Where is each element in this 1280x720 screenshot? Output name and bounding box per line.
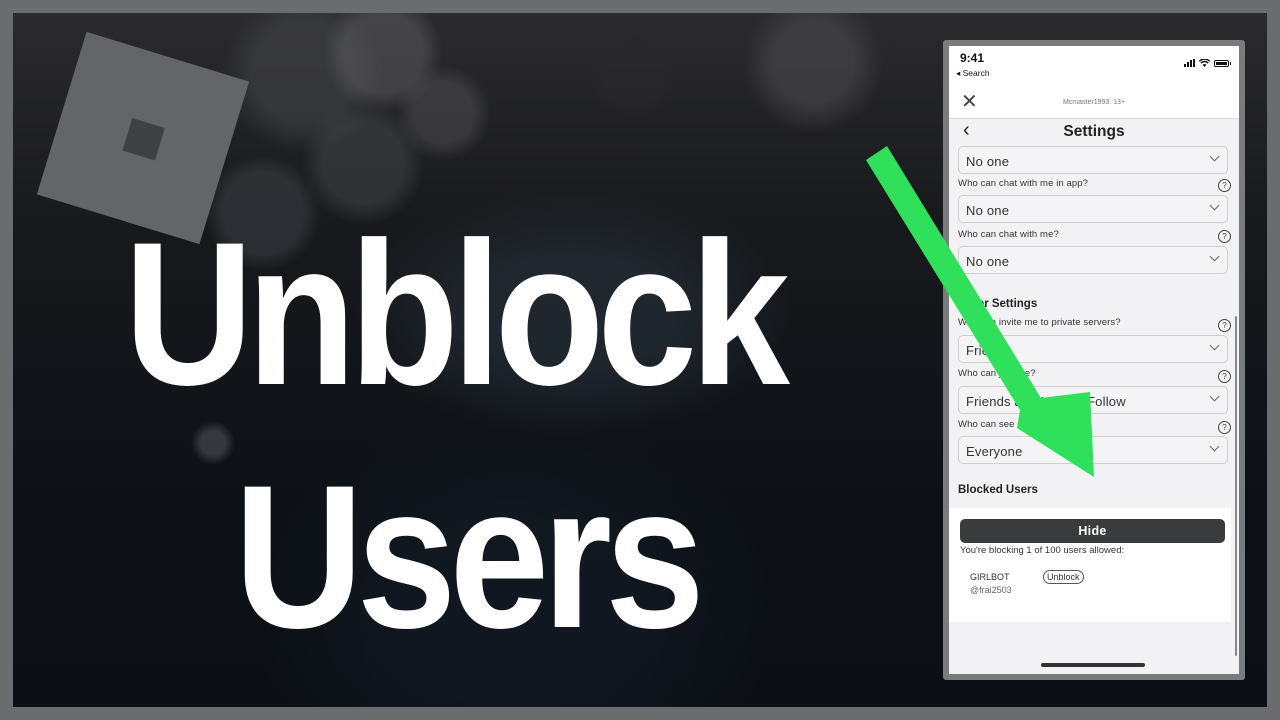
blocked-users-heading: Blocked Users [958,484,1038,496]
privacy-dropdown-0[interactable]: No one [958,146,1228,174]
chevron-down-icon [1209,340,1220,351]
status-bar: 9:41 ◂ Search [949,46,1239,88]
roblox-logo-center [122,118,165,161]
top-bar: ✕ Mcmaster1993: 13+ [949,88,1239,119]
setting-label: Who can join me? [958,368,1036,379]
dropdown-value: Everyone [966,444,1023,459]
battery-icon [1214,59,1231,67]
back-to-search-link[interactable]: ◂ Search [956,68,990,79]
page-title: Settings [1063,123,1125,140]
setting-label: Who can chat with me in app? [958,178,1089,189]
join-me-dropdown[interactable]: Friends and Users I Follow [958,386,1228,414]
blocked-users-panel: Hide You're blocking 1 of 100 users allo… [949,508,1231,622]
chat-in-app-dropdown[interactable]: No one [958,195,1228,223]
chevron-down-icon [1209,200,1220,211]
headline-line-2: Users [234,443,705,671]
account-label: Mcmaster1993: 13+ [1062,99,1126,106]
help-icon[interactable]: ? [1218,370,1231,383]
scrollbar[interactable] [1235,316,1237,656]
chevron-down-icon [1209,391,1220,402]
chevron-down-icon [1209,151,1220,162]
unblock-button[interactable]: Unblock [1043,570,1084,584]
blocked-user-name: GIRLBOT [970,572,1010,582]
wifi-icon [1199,59,1210,67]
setting-label: Who can see my inventory? [958,419,1078,430]
blocked-user-handle: @frai2503 [970,585,1012,595]
help-icon[interactable]: ? [1218,421,1231,434]
dropdown-value: No one [966,154,1010,169]
phone-frame: 9:41 ◂ Search ✕ Mcmaster1993: 13+ ‹ Sett… [943,40,1245,680]
status-time: 9:41 [960,51,985,65]
dropdown-value: No one [966,203,1010,218]
headline-line-1: Unblock [124,200,790,428]
settings-header: ‹ Settings [949,119,1239,149]
dropdown-value: Friends [966,343,1011,358]
dropdown-value: No one [966,254,1010,269]
dropdown-value: Friends and Users I Follow [966,394,1126,409]
help-icon[interactable]: ? [1218,319,1231,332]
chat-dropdown[interactable]: No one [958,246,1228,274]
help-icon[interactable]: ? [1218,179,1231,192]
setting-label: Who can invite me to private servers? [958,317,1121,328]
help-icon[interactable]: ? [1218,230,1231,243]
phone-screen: 9:41 ◂ Search ✕ Mcmaster1993: 13+ ‹ Sett… [949,46,1239,674]
chevron-down-icon [1209,251,1220,262]
private-server-invite-dropdown[interactable]: Friends [958,335,1228,363]
chevron-down-icon [1209,441,1220,452]
inventory-dropdown[interactable]: Everyone [958,436,1228,464]
setting-label: Who can chat with me? [958,229,1059,240]
hide-button[interactable]: Hide [960,519,1225,543]
blocking-count-text: You're blocking 1 of 100 users allowed: [960,545,1125,556]
system-icons [1184,59,1231,67]
signal-icon [1184,59,1195,67]
home-indicator[interactable] [1041,663,1145,667]
other-settings-heading: Other Settings [958,298,1038,310]
